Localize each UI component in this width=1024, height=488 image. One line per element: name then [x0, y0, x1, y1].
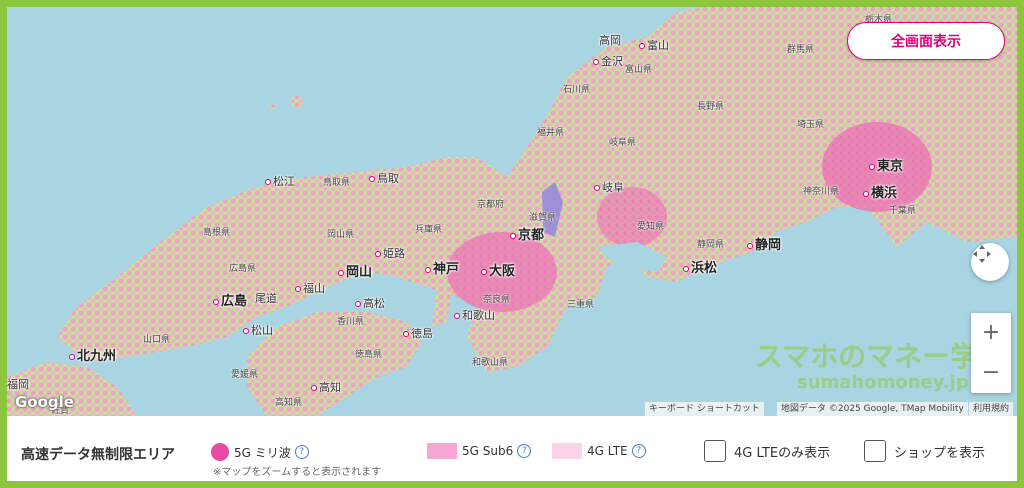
zoom-controls: + − [971, 313, 1011, 393]
legend-item-lte: 4G LTE ? [552, 443, 646, 459]
pref-label: 埼玉県 [797, 120, 825, 130]
keyboard-shortcuts-link[interactable]: キーボード ショートカット [645, 402, 764, 416]
lte-only-checkbox[interactable]: 4G LTEのみ表示 [704, 440, 830, 462]
city-label: 京都 [510, 224, 544, 243]
pref-label: 千葉県 [889, 206, 917, 216]
pref-label: 富山県 [625, 65, 653, 75]
coverage-legend: 高速データ無制限エリア 5G ミリ波 ? ※マップをズームすると表示されます 5… [7, 416, 1017, 481]
coverage-map[interactable]: 東京 横浜 静岡 浜松 岐阜 京都 大阪 神戸 姫路 岡山 広島 福山 尾道 高… [7, 7, 1017, 416]
zoom-in-button[interactable]: + [982, 313, 1000, 353]
move-arrows-icon [973, 245, 991, 263]
pref-label: 群馬県 [787, 45, 815, 55]
city-label: 神戸 [425, 258, 459, 277]
pref-label: 三重県 [567, 300, 595, 310]
city-label: 姫路 [375, 245, 405, 261]
pref-label: 鳥取県 [323, 178, 351, 188]
pref-label: 京都府 [477, 200, 505, 210]
city-label: 高岡 [599, 34, 621, 47]
legend-title: 高速データ無制限エリア [21, 447, 175, 463]
pref-label: 岡山県 [327, 230, 355, 240]
legend-swatch [211, 443, 229, 461]
legend-swatch [552, 443, 582, 459]
city-label: 大阪 [481, 260, 515, 279]
checkbox-box[interactable] [864, 440, 886, 462]
watermark-text: スマホのマネー学 [755, 340, 979, 373]
pref-label: 和歌山県 [472, 358, 509, 368]
city-label: 高知 [311, 379, 341, 395]
fullscreen-button[interactable]: 全画面表示 [847, 22, 1005, 60]
watermark-url: sumahomoney.jp [797, 372, 969, 393]
coverage-map-widget: 東京 横浜 静岡 浜松 岐阜 京都 大阪 神戸 姫路 岡山 広島 福山 尾道 高… [7, 7, 1017, 481]
google-logo: Google [15, 393, 74, 411]
pref-label: 神奈川県 [803, 187, 840, 197]
pref-label: 滋賀県 [529, 213, 557, 223]
city-label: 金沢 [593, 53, 623, 69]
legend-item-sub6: 5G Sub6 ? [427, 443, 532, 459]
awaji-island [432, 287, 452, 327]
pref-label: 愛媛県 [231, 370, 259, 380]
city-label: 福山 [295, 280, 325, 296]
pref-label: 高知県 [275, 398, 303, 408]
shikoku-landmass [247, 312, 422, 416]
city-label: 松江 [265, 173, 295, 189]
city-label: 浜松 [683, 257, 717, 276]
city-label: 徳島 [403, 325, 433, 341]
city-label: 静岡 [747, 234, 781, 253]
city-label: 横浜 [863, 182, 897, 201]
help-icon[interactable]: ? [294, 445, 309, 459]
city-label: 東京 [869, 155, 903, 174]
pref-label: 島根県 [203, 228, 231, 238]
help-icon[interactable]: ? [631, 444, 646, 458]
pref-label: 兵庫県 [415, 225, 443, 235]
city-label: 福岡 [7, 378, 29, 391]
pref-label: 香川県 [337, 317, 365, 327]
map-camera-control[interactable] [971, 243, 1009, 281]
checkbox-box[interactable] [704, 440, 726, 462]
city-label: 鳥取 [369, 170, 399, 186]
zoom-out-button[interactable]: − [982, 353, 1000, 393]
pref-label: 愛知県 [637, 222, 665, 232]
pref-label: 奈良県 [483, 295, 511, 305]
help-icon[interactable]: ? [517, 444, 532, 458]
city-label: 尾道 [255, 292, 277, 305]
pref-label: 長野県 [697, 102, 725, 112]
city-label: 松山 [243, 322, 273, 338]
pref-label: 石川県 [563, 85, 591, 95]
pref-label: 広島県 [229, 264, 257, 274]
show-shops-checkbox[interactable]: ショップを表示 [864, 440, 985, 462]
pref-label: 岐阜県 [609, 138, 637, 148]
pref-label: 徳島県 [355, 350, 383, 360]
city-label: 広島 [213, 290, 247, 309]
city-label: 高松 [355, 295, 385, 311]
legend-item-mmwave: 5G ミリ波 ? [211, 443, 309, 461]
zoom-note: ※マップをズームすると表示されます [213, 467, 382, 478]
city-label: 岐阜 [594, 179, 624, 195]
pref-label: 静岡県 [697, 240, 725, 250]
pref-label: 福井県 [537, 128, 565, 138]
legend-swatch [427, 443, 457, 459]
pref-label: 山口県 [143, 335, 171, 345]
terms-link[interactable]: 利用規約 [969, 402, 1014, 416]
city-label: 富山 [639, 37, 669, 53]
city-label: 岡山 [338, 261, 372, 280]
map-data-attribution: 地図データ ©2025 Google, TMap Mobility [777, 402, 968, 416]
city-label: 北九州 [69, 345, 116, 364]
city-label: 和歌山 [454, 307, 495, 323]
